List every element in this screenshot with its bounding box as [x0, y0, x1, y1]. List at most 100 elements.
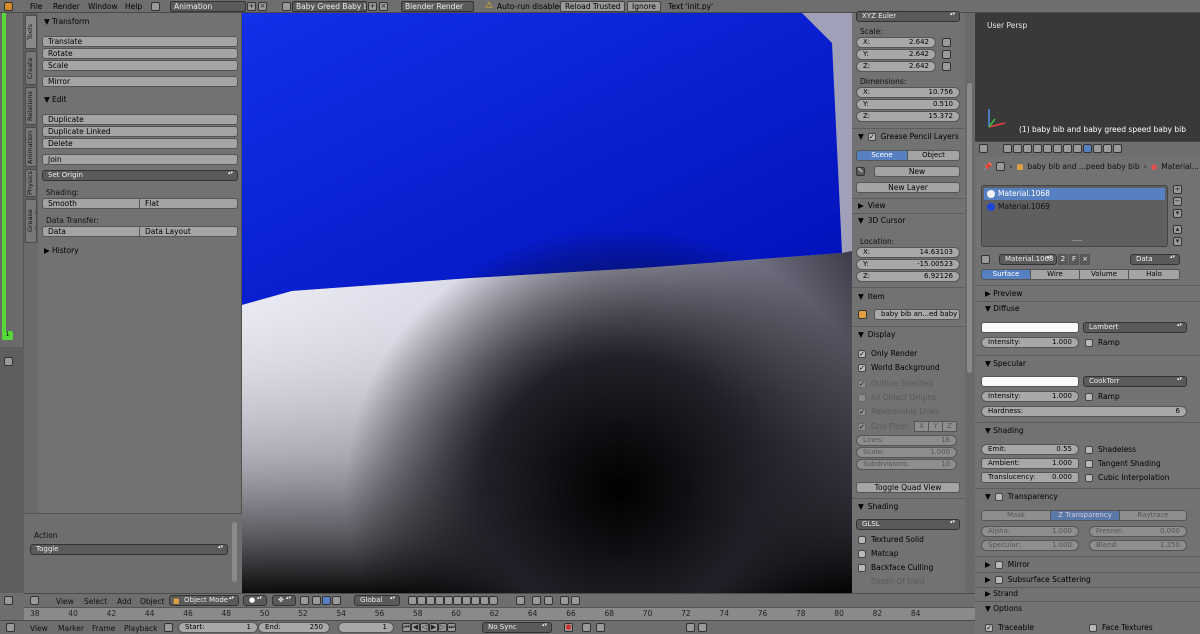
grid-scale-field[interactable]: Scale: 1.000	[856, 447, 957, 458]
grid-y-toggle[interactable]: Y	[928, 421, 943, 432]
render-engine-dropdown[interactable]: Blender Render	[401, 1, 474, 12]
slot-specials-icon[interactable]: ▾	[1173, 209, 1182, 218]
transparency-panel-header[interactable]: ▼ Transparency	[985, 492, 1058, 501]
tab-physics[interactable]: Physics	[25, 169, 37, 197]
sss-checkbox[interactable]	[994, 575, 1003, 584]
current-frame-field[interactable]: 1	[338, 622, 394, 633]
options-panel-header[interactable]: ▼ Options	[975, 602, 1022, 616]
sync-dropdown[interactable]: No Sync	[482, 622, 552, 633]
operator-scrollbar[interactable]	[232, 522, 237, 582]
mirror-panel-header[interactable]: ▶ Mirror	[985, 560, 1030, 569]
prev-keyframe-icon[interactable]: ◀	[411, 623, 420, 632]
reload-trusted-button[interactable]: Reload Trusted	[560, 1, 626, 12]
layer-button[interactable]	[480, 596, 489, 605]
traceable-checkbox[interactable]: ✓ Traceable	[985, 623, 1034, 632]
world-background-checkbox[interactable]: ✓ World Background	[858, 363, 940, 372]
translate-button[interactable]: Translate	[42, 36, 238, 47]
tab-volume[interactable]: Volume	[1079, 269, 1129, 280]
preview-panel-header[interactable]: ▶ Preview	[975, 287, 1022, 301]
layer-button[interactable]	[444, 596, 453, 605]
layer-button[interactable]	[489, 596, 498, 605]
editor-type-icon-2[interactable]	[4, 357, 13, 366]
data-icon[interactable]	[1073, 144, 1082, 153]
list-item[interactable]: Material.1069	[984, 201, 1165, 213]
sss-panel-header[interactable]: ▶ Subsurface Scattering	[985, 575, 1091, 584]
outline-selected-checkbox[interactable]: ✓ Outline Selected	[858, 379, 933, 388]
translate-manipulator-icon[interactable]	[312, 596, 321, 605]
add-slot-icon[interactable]: +	[1173, 185, 1182, 194]
cursor-z-field[interactable]: Z: 6.92126	[856, 271, 960, 282]
orientation-dropdown[interactable]: Global	[354, 595, 400, 606]
strand-panel-header[interactable]: ▶ Strand	[975, 587, 1018, 601]
edit-panel-header[interactable]: ▼ Edit	[38, 93, 242, 107]
key-insert-icon[interactable]	[686, 623, 695, 632]
specular-panel-header[interactable]: ▼ Specular	[975, 357, 1026, 371]
join-button[interactable]: Join	[42, 154, 238, 165]
keyframe-icon[interactable]	[596, 623, 605, 632]
display-panel-header[interactable]: ▼ Display	[858, 330, 895, 339]
tab-grease-pencil[interactable]: Grease Pencil	[25, 199, 37, 243]
layer-button[interactable]	[471, 596, 480, 605]
editor-type-icon[interactable]	[6, 623, 15, 632]
gp-checkbox[interactable]: ✓	[867, 132, 876, 141]
scene-field[interactable]: Baby Greed Baby bib	[292, 1, 367, 12]
new-layer-button[interactable]: New Layer	[856, 182, 960, 193]
scale-button[interactable]: Scale	[42, 60, 238, 71]
layer-button[interactable]	[453, 596, 462, 605]
cubic-interpolation-checkbox[interactable]: Cubic Interpolation	[1085, 473, 1169, 482]
resize-handle[interactable]	[1072, 240, 1082, 241]
action-dropdown[interactable]: Toggle	[30, 544, 228, 555]
move-up-icon[interactable]: ▴	[1173, 225, 1182, 234]
diffuse-shader-dropdown[interactable]: Lambert	[1083, 322, 1187, 333]
shading-panel-header[interactable]: ▼ Shading	[858, 502, 898, 511]
all-object-origins-checkbox[interactable]: All Object Origins	[858, 393, 936, 402]
play-reverse-icon[interactable]: ◁	[420, 623, 429, 632]
backface-culling-checkbox[interactable]: Backface Culling	[858, 563, 933, 572]
tab-animation[interactable]: Animation	[25, 127, 37, 167]
layer-button[interactable]	[426, 596, 435, 605]
flat-button[interactable]: Flat	[139, 198, 238, 209]
end-frame-field[interactable]: End: 250	[258, 622, 330, 633]
menu-frame[interactable]: Frame	[92, 624, 115, 633]
rotate-manipulator-icon[interactable]	[322, 596, 331, 605]
layer-button[interactable]	[408, 596, 417, 605]
particles-icon[interactable]	[1103, 144, 1112, 153]
user-persp-viewport[interactable]: User Persp (1) baby bib and baby greed s…	[975, 13, 1200, 141]
specular-alpha-field[interactable]: Specular: 1.000	[981, 540, 1079, 551]
relationship-lines-checkbox[interactable]: ✓ Relationship Lines	[858, 407, 939, 416]
specular-color-swatch[interactable]	[981, 376, 1079, 387]
textured-solid-checkbox[interactable]: Textured Solid	[858, 535, 924, 544]
viewport-shading-dropdown[interactable]: ●	[243, 595, 267, 606]
object-icon[interactable]	[1043, 144, 1052, 153]
material-icon[interactable]	[1083, 144, 1092, 153]
layer-button[interactable]	[417, 596, 426, 605]
view-panel-header[interactable]: ▶ View	[858, 201, 886, 210]
duplicate-button[interactable]: Duplicate	[42, 114, 238, 125]
layer-button[interactable]	[462, 596, 471, 605]
transform-panel-header[interactable]: ▼ Transform	[38, 15, 242, 29]
rotate-button[interactable]: Rotate	[42, 48, 238, 59]
opengl-render-anim-icon[interactable]	[571, 596, 580, 605]
diffuse-intensity-field[interactable]: Intensity: 1.000	[981, 337, 1079, 348]
cursor-y-field[interactable]: Y: -15.00523	[856, 259, 960, 270]
shading-mode-dropdown[interactable]: GLSL	[856, 519, 960, 530]
menu-object[interactable]: Object	[140, 597, 164, 606]
alpha-field[interactable]: Alpha: 1.000	[981, 526, 1079, 537]
toggle-quad-view-button[interactable]: Toggle Quad View	[856, 482, 960, 493]
transparency-checkbox[interactable]	[994, 492, 1003, 501]
dim-x-field[interactable]: X: 10.756	[856, 87, 960, 98]
specular-ramp-checkbox[interactable]: Ramp	[1085, 392, 1120, 401]
jump-end-icon[interactable]: ⏭	[447, 623, 456, 632]
close-layout-icon[interactable]: ×	[258, 2, 267, 11]
modifiers-icon[interactable]	[1063, 144, 1072, 153]
scale-z-field[interactable]: Z: 2.642	[856, 61, 936, 72]
pencil-icon[interactable]: ✎	[856, 167, 865, 176]
start-frame-field[interactable]: Start: 1	[178, 622, 258, 633]
tab-surface[interactable]: Surface	[981, 269, 1031, 280]
specular-intensity-field[interactable]: Intensity: 1.000	[981, 391, 1079, 402]
tab-create[interactable]: Create	[25, 51, 37, 85]
tangent-shading-checkbox[interactable]: Tangent Shading	[1085, 459, 1161, 468]
tab-halo[interactable]: Halo	[1128, 269, 1180, 280]
shadeless-checkbox[interactable]: Shadeless	[1085, 445, 1136, 454]
menu-playback[interactable]: Playback	[124, 624, 157, 633]
